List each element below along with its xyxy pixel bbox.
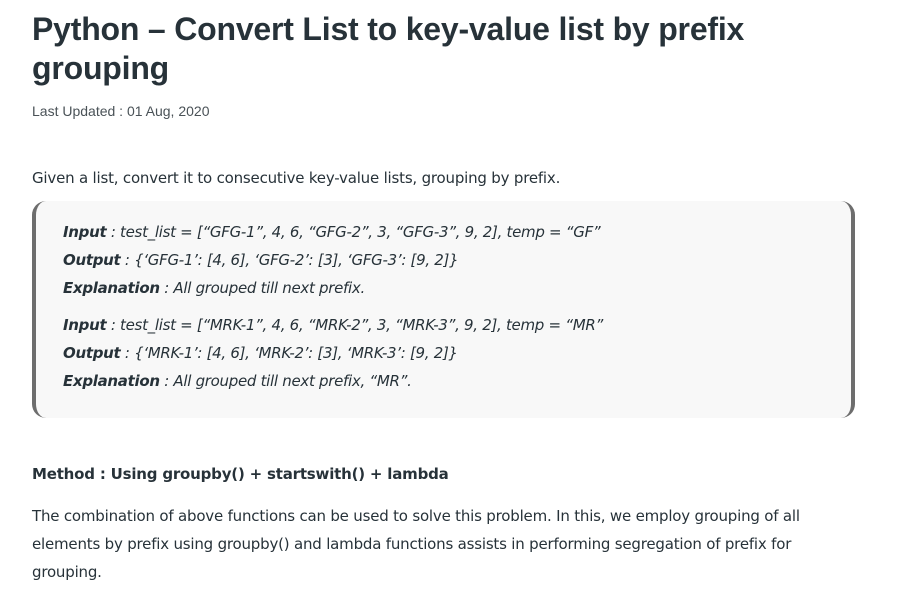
explanation-label: Explanation bbox=[63, 372, 160, 390]
explanation-text: : All grouped till next prefix. bbox=[159, 279, 365, 297]
explanation-label: Explanation bbox=[63, 279, 160, 297]
example-1: Input : test_list = [“GFG-1”, 4, 6, “GFG… bbox=[63, 218, 851, 302]
example-output-line: Output : {‘MRK-1’: [4, 6], ‘MRK-2’: [3],… bbox=[63, 339, 851, 367]
explanation-text: : All grouped till next prefix, “MR”. bbox=[159, 372, 412, 390]
method-heading: Method : Using groupby() + startswith() … bbox=[32, 465, 449, 483]
input-label: Input bbox=[63, 316, 107, 334]
example-input-line: Input : test_list = [“MRK-1”, 4, 6, “MRK… bbox=[63, 311, 851, 339]
examples-block: Input : test_list = [“GFG-1”, 4, 6, “GFG… bbox=[32, 201, 855, 418]
input-label: Input bbox=[63, 223, 107, 241]
input-text: : test_list = [“MRK-1”, 4, 6, “MRK-2”, 3… bbox=[106, 316, 603, 334]
example-2: Input : test_list = [“MRK-1”, 4, 6, “MRK… bbox=[63, 311, 851, 395]
example-input-line: Input : test_list = [“GFG-1”, 4, 6, “GFG… bbox=[63, 218, 851, 246]
article-title: Python – Convert List to key-value list … bbox=[32, 11, 745, 86]
example-explanation-line: Explanation : All grouped till next pref… bbox=[63, 367, 851, 395]
input-text: : test_list = [“GFG-1”, 4, 6, “GFG-2”, 3… bbox=[106, 223, 601, 241]
last-updated-date: Last Updated : 01 Aug, 2020 bbox=[32, 103, 210, 119]
intro-paragraph: Given a list, convert it to consecutive … bbox=[32, 169, 561, 187]
example-output-line: Output : {‘GFG-1’: [4, 6], ‘GFG-2’: [3],… bbox=[63, 246, 851, 274]
output-label: Output bbox=[63, 251, 121, 269]
method-description: The combination of above functions can b… bbox=[32, 507, 800, 581]
output-label: Output bbox=[63, 344, 121, 362]
output-text: : {‘GFG-1’: [4, 6], ‘GFG-2’: [3], ‘GFG-3… bbox=[120, 251, 459, 269]
example-explanation-line: Explanation : All grouped till next pref… bbox=[63, 274, 851, 302]
output-text: : {‘MRK-1’: [4, 6], ‘MRK-2’: [3], ‘MRK-3… bbox=[120, 344, 458, 362]
